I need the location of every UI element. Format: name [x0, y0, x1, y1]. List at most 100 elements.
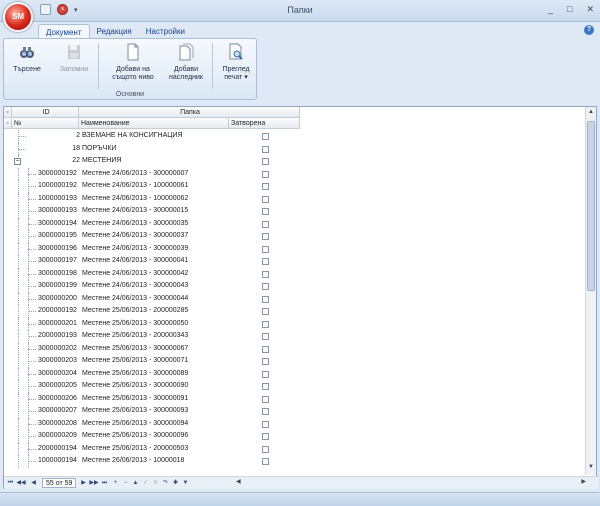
table-row[interactable]: 2000000194 Местене 25/06/2013 - 200000503: [4, 442, 300, 455]
scroll-down-icon[interactable]: ▼: [587, 464, 595, 473]
filter-icon[interactable]: ▼: [182, 479, 189, 487]
closed-checkbox[interactable]: [262, 358, 269, 365]
closed-checkbox[interactable]: [262, 183, 269, 190]
table-row[interactable]: 3000000200 Местене 24/06/2013 - 300000044: [4, 292, 300, 305]
table-row[interactable]: 18 ПОРЪЧКИ: [4, 142, 300, 155]
closed-checkbox[interactable]: [262, 433, 269, 440]
bookmark-icon[interactable]: ✱: [172, 479, 179, 487]
row-name: Местене 25/06/2013 - 300000050: [82, 319, 189, 327]
tree-lines: [4, 142, 64, 155]
refresh-icon[interactable]: ↷: [162, 479, 169, 487]
last-record-icon[interactable]: ⏭: [101, 479, 108, 487]
closed-checkbox[interactable]: [262, 270, 269, 278]
grid-column-header: ◦ № Наименование Затворена: [4, 118, 300, 129]
band-folder[interactable]: Папка: [79, 107, 300, 117]
closed-checkbox[interactable]: [262, 245, 269, 253]
closed-checkbox[interactable]: [262, 158, 269, 165]
table-row[interactable]: 3000000192 Местене 24/06/2013 - 300000007: [4, 167, 300, 180]
table-row[interactable]: 1000000192 Местене 24/06/2013 - 100000061: [4, 180, 300, 193]
table-row[interactable]: 1000000194 Местене 26/06/2013 - 10000018: [4, 455, 300, 468]
table-row[interactable]: 3000000208 Местене 25/06/2013 - 300000094: [4, 417, 300, 430]
floppy-disk-icon: [68, 45, 80, 59]
minimize-button[interactable]: _: [548, 4, 553, 15]
closed-checkbox[interactable]: [262, 458, 269, 465]
scroll-left-icon[interactable]: ◀: [236, 478, 241, 485]
scrollbar-thumb[interactable]: [587, 121, 595, 291]
closed-checkbox[interactable]: [262, 370, 269, 378]
closed-checkbox[interactable]: [262, 333, 269, 340]
collapse-icon[interactable]: −: [14, 158, 21, 165]
search-button[interactable]: Търсене: [10, 43, 44, 74]
save-record-button[interactable]: Запомни: [56, 43, 92, 74]
closed-checkbox[interactable]: [262, 295, 269, 303]
table-row[interactable]: 3000000204 Местене 25/06/2013 - 300000089: [4, 367, 300, 380]
closed-checkbox[interactable]: [262, 308, 269, 315]
insert-record-icon[interactable]: +: [112, 479, 119, 487]
column-closed[interactable]: Затворена: [229, 118, 300, 128]
application-menu-button[interactable]: SM: [3, 2, 33, 32]
table-row[interactable]: 3000000209 Местене 25/06/2013 - 300000096: [4, 430, 300, 443]
print-preview-button[interactable]: Преглед печат ▾: [218, 43, 254, 82]
maximize-button[interactable]: □: [567, 4, 572, 15]
table-row[interactable]: 3000000197 Местене 24/06/2013 - 300000041: [4, 255, 300, 268]
closed-checkbox[interactable]: [262, 445, 269, 453]
first-record-icon[interactable]: ⏮: [7, 479, 14, 487]
add-same-level-button[interactable]: Добави на същото ниво: [108, 43, 158, 82]
record-counter: 55 от 59: [42, 478, 77, 488]
table-row[interactable]: 3000000206 Местене 25/06/2013 - 300000091: [4, 392, 300, 405]
table-row[interactable]: 3000000207 Местене 25/06/2013 - 300000093: [4, 405, 300, 418]
closed-checkbox[interactable]: [262, 258, 269, 265]
table-row[interactable]: 2 ВЗЕМАНЕ НА КОНСИГНАЦИЯ: [4, 130, 300, 143]
table-row[interactable]: 3000000202 Местене 25/06/2013 - 300000067: [4, 342, 300, 355]
row-id: 3000000202: [38, 344, 77, 352]
table-row[interactable]: 3000000193 Местене 24/06/2013 - 300000015: [4, 205, 300, 218]
table-row[interactable]: 3000000201 Местене 25/06/2013 - 300000050: [4, 317, 300, 330]
closed-checkbox[interactable]: [262, 208, 269, 215]
table-row[interactable]: 1000000193 Местене 24/06/2013 - 100000062: [4, 192, 300, 205]
table-row[interactable]: 3000000203 Местене 25/06/2013 - 300000071: [4, 355, 300, 368]
closed-checkbox[interactable]: [262, 220, 269, 228]
closed-checkbox[interactable]: [262, 383, 269, 390]
vertical-scrollbar[interactable]: ▲ ▼: [585, 107, 596, 475]
horizontal-scrollbar[interactable]: ◀ ▶: [236, 479, 586, 487]
closed-checkbox[interactable]: [262, 233, 269, 240]
closed-checkbox[interactable]: [262, 170, 269, 178]
next-page-icon[interactable]: ▶▶: [89, 479, 99, 487]
closed-checkbox[interactable]: [262, 283, 269, 290]
cancel-edit-icon[interactable]: ✕: [152, 479, 159, 487]
table-row[interactable]: 3000000194 Местене 24/06/2013 - 300000035: [4, 217, 300, 230]
closed-checkbox[interactable]: [262, 320, 269, 328]
row-name: Местене 25/06/2013 - 300000071: [82, 357, 189, 364]
help-icon[interactable]: ?: [584, 25, 594, 35]
table-row[interactable]: 3000000196 Местене 24/06/2013 - 300000039: [4, 242, 300, 255]
table-row[interactable]: 3000000199 Местене 24/06/2013 - 300000043: [4, 280, 300, 293]
closed-checkbox[interactable]: [262, 395, 269, 403]
table-row[interactable]: 3000000195 Местене 24/06/2013 - 300000037: [4, 230, 300, 243]
edit-record-icon[interactable]: ▲: [132, 479, 139, 487]
next-record-icon[interactable]: ▶: [80, 479, 87, 487]
closed-checkbox[interactable]: [262, 145, 269, 153]
column-name[interactable]: Наименование: [79, 118, 229, 128]
previous-page-icon[interactable]: ◀◀: [16, 479, 26, 487]
closed-checkbox[interactable]: [262, 408, 269, 415]
scroll-right-icon[interactable]: ▶: [581, 478, 586, 485]
scroll-up-icon[interactable]: ▲: [587, 109, 595, 118]
table-row[interactable]: 2000000192 Местене 25/06/2013 - 200000285: [4, 305, 300, 318]
delete-record-icon[interactable]: −: [122, 479, 129, 487]
column-no[interactable]: №: [12, 118, 79, 128]
closed-checkbox[interactable]: [262, 420, 269, 428]
add-child-button[interactable]: Добави наследник: [166, 43, 206, 82]
table-row[interactable]: − 22 МЕСТЕНИЯ: [4, 155, 300, 168]
row-id: 3000000205: [38, 382, 77, 389]
closed-checkbox[interactable]: [262, 133, 269, 140]
post-edit-icon[interactable]: ✓: [142, 479, 149, 487]
previous-record-icon[interactable]: ◀: [30, 479, 37, 487]
close-button[interactable]: ✕: [586, 4, 594, 15]
table-row[interactable]: 3000000205 Местене 25/06/2013 - 300000090: [4, 380, 300, 393]
row-id: 1000000194: [38, 457, 77, 464]
table-row[interactable]: 2000000193 Местене 25/06/2013 - 200000343: [4, 330, 300, 343]
closed-checkbox[interactable]: [262, 345, 269, 353]
table-row[interactable]: 3000000198 Местене 24/06/2013 - 300000042: [4, 267, 300, 280]
band-id[interactable]: ID: [12, 107, 79, 117]
closed-checkbox[interactable]: [262, 195, 269, 203]
